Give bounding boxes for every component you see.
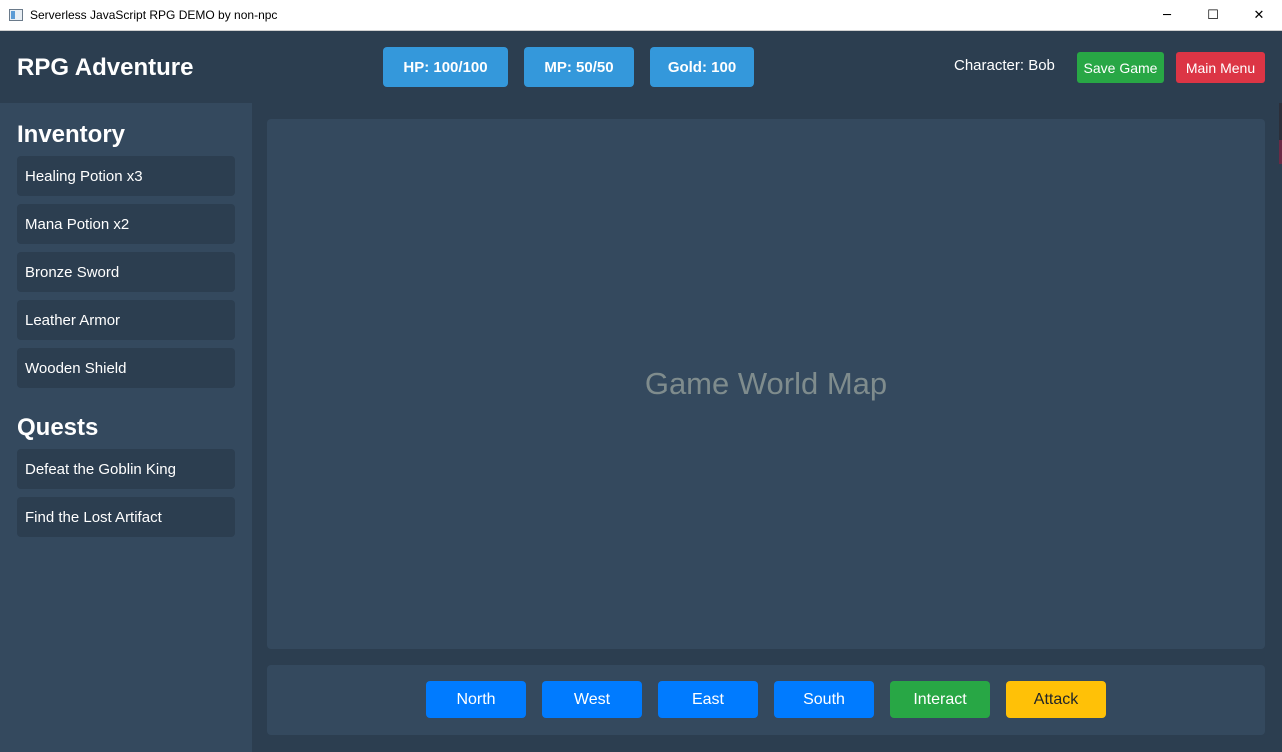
action-controls: North West East South Interact Attack bbox=[267, 665, 1265, 735]
game-world-map[interactable]: Game World Map bbox=[267, 119, 1265, 649]
main-area: Game World Map North West East South Int… bbox=[252, 103, 1282, 752]
quests-title: Quests bbox=[17, 414, 99, 441]
attack-button[interactable]: Attack bbox=[1006, 681, 1106, 718]
game-title: RPG Adventure bbox=[17, 54, 194, 81]
window-title: Serverless JavaScript RPG DEMO by non-np… bbox=[30, 8, 278, 22]
south-button[interactable]: South bbox=[774, 681, 874, 718]
inventory-title: Inventory bbox=[17, 121, 126, 148]
hp-stat-badge: HP: 100/100 bbox=[383, 47, 508, 87]
close-icon[interactable]: ✕ bbox=[1236, 0, 1282, 31]
quest-item-goblin-king[interactable]: Defeat the Goblin King bbox=[17, 449, 235, 489]
map-placeholder-label: Game World Map bbox=[644, 366, 888, 401]
west-button[interactable]: West bbox=[542, 681, 642, 718]
inventory-item-mana-potion[interactable]: Mana Potion x2 bbox=[17, 204, 235, 244]
inventory-item-wooden-shield[interactable]: Wooden Shield bbox=[17, 348, 235, 388]
mp-stat-badge: MP: 50/50 bbox=[524, 47, 634, 87]
inventory-item-leather-armor[interactable]: Leather Armor bbox=[17, 300, 235, 340]
inventory-item-healing-potion[interactable]: Healing Potion x3 bbox=[17, 156, 235, 196]
quest-item-lost-artifact[interactable]: Find the Lost Artifact bbox=[17, 497, 235, 537]
inventory-item-bronze-sword[interactable]: Bronze Sword bbox=[17, 252, 235, 292]
main-menu-button[interactable]: Main Menu bbox=[1176, 52, 1265, 83]
save-game-button[interactable]: Save Game bbox=[1077, 52, 1164, 83]
east-button[interactable]: East bbox=[658, 681, 758, 718]
app-window-icon bbox=[9, 9, 23, 21]
maximize-icon[interactable]: ☐ bbox=[1190, 0, 1236, 31]
minimize-icon[interactable]: ─ bbox=[1144, 0, 1190, 31]
character-name: Character: Bob bbox=[954, 57, 1055, 74]
interact-button[interactable]: Interact bbox=[890, 681, 990, 718]
window-titlebar: Serverless JavaScript RPG DEMO by non-np… bbox=[0, 0, 1282, 31]
sidebar: Inventory Healing Potion x3 Mana Potion … bbox=[0, 103, 252, 752]
gold-stat-badge: Gold: 100 bbox=[650, 47, 754, 87]
north-button[interactable]: North bbox=[426, 681, 526, 718]
game-header: RPG Adventure HP: 100/100 MP: 50/50 Gold… bbox=[0, 31, 1282, 103]
